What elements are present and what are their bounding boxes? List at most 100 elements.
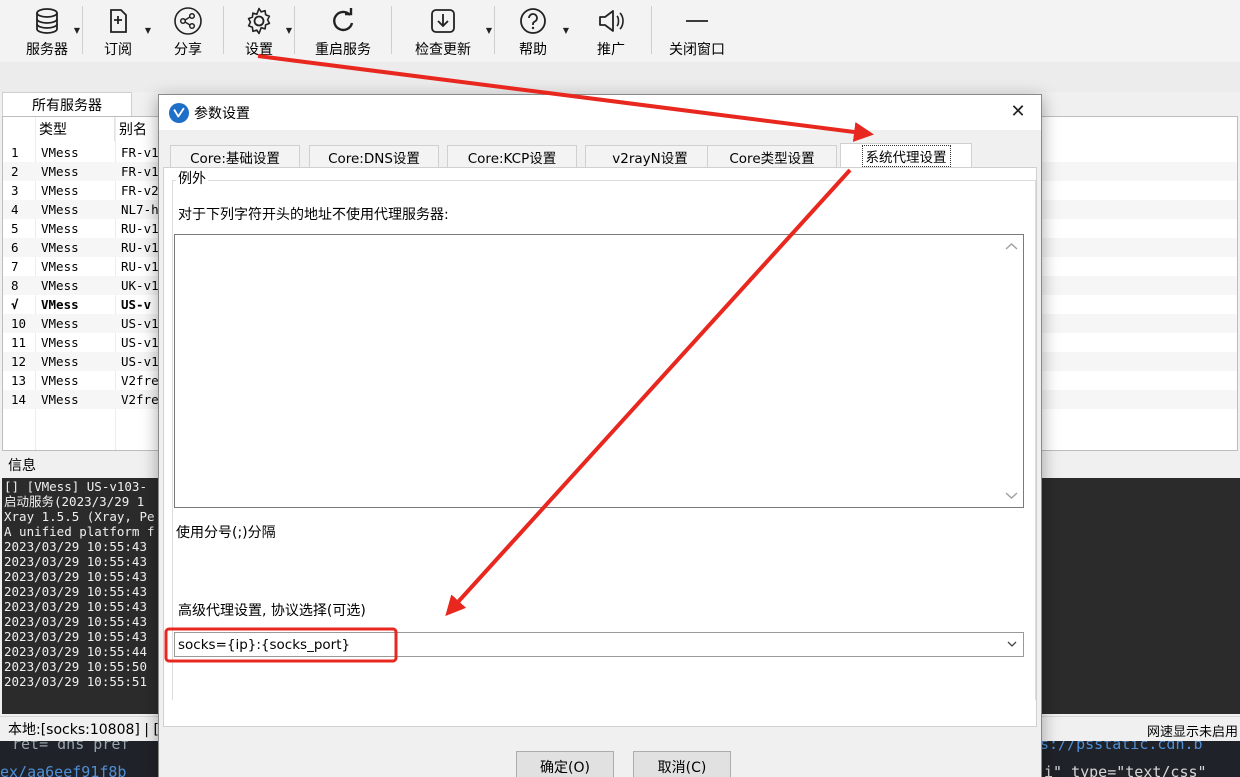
chevron-down-icon[interactable]: ▼: [74, 26, 80, 35]
chevron-down-icon[interactable]: ▼: [563, 26, 569, 35]
advanced-proxy-label: 高级代理设置, 协议选择(可选): [178, 603, 366, 619]
server-row-alias: US-v1: [121, 335, 159, 350]
server-row-type: VMess: [41, 335, 79, 350]
close-window-button[interactable]: 关闭窗口: [652, 0, 742, 62]
v2rayn-logo-icon: [169, 103, 189, 123]
share-button[interactable]: 分享: [153, 0, 223, 62]
cancel-button[interactable]: 取消(C): [633, 751, 731, 777]
subscribe-icon: [110, 9, 127, 33]
chevron-up-icon[interactable]: [1000, 237, 1023, 257]
server-row-type: VMess: [41, 183, 79, 198]
tab-core-dns[interactable]: Core:DNS设置: [309, 145, 439, 167]
server-row-index: 3: [11, 183, 19, 198]
server-row-alias: US-v: [121, 297, 152, 312]
minimize-icon: [686, 20, 708, 22]
server-row-type: VMess: [41, 259, 79, 274]
server-row-alias: UK-v1: [121, 278, 159, 293]
settings-label: 设置: [245, 42, 273, 58]
server-row-alias: US-v1: [121, 354, 159, 369]
tab-core-type[interactable]: Core类型设置: [707, 145, 837, 167]
server-row-alias: RU-v1: [121, 221, 159, 236]
code-line: ret= dns pref: [12, 741, 130, 753]
server-row-type: VMess: [41, 145, 79, 160]
settings-dialog: 参数设置 ✕ Core:基础设置 Core:DNS设置 Core:KCP设置 v…: [158, 94, 1042, 777]
server-row-index: 11: [11, 335, 27, 350]
database-icon: [36, 8, 58, 34]
help-icon: [520, 8, 546, 34]
dialog-titlebar[interactable]: 参数设置 ✕: [159, 95, 1041, 130]
server-row-type: VMess: [41, 221, 79, 236]
restart-service-button[interactable]: 重启服务: [295, 0, 391, 62]
restart-service-label: 重启服务: [315, 42, 371, 58]
toolbar: 服务器 ▼ 订阅 ▼ 分享 设置 ▼ 重启服务 检查更新 ▼ 帮助 ▼ 推广 关…: [0, 0, 1240, 62]
tab-v2rayn[interactable]: v2rayN设置: [585, 145, 715, 167]
code-line: i" type="text/css": [1044, 763, 1207, 777]
servers-label: 服务器: [26, 42, 68, 58]
server-row-index: 10: [11, 316, 27, 331]
server-row-index: 8: [11, 278, 19, 293]
exceptions-group-title: 例外: [176, 168, 208, 188]
server-row-alias: FR-v1: [121, 145, 159, 160]
app-window: 服务器 ▼ 订阅 ▼ 分享 设置 ▼ 重启服务 检查更新 ▼ 帮助 ▼ 推广 关…: [0, 0, 1240, 777]
code-line: ex/aa6eef91f8b: [0, 763, 127, 777]
server-row-type: VMess: [41, 392, 79, 407]
servers-button[interactable]: 服务器 ▼: [12, 0, 82, 62]
promote-button[interactable]: 推广: [571, 0, 651, 62]
close-window-label: 关闭窗口: [669, 42, 725, 58]
separator-hint: 使用分号(;)分隔: [176, 525, 276, 541]
advanced-proxy-select[interactable]: socks={ip}:{socks_port}: [174, 632, 1024, 657]
server-row-alias: FR-v2: [121, 183, 159, 198]
exceptions-textarea[interactable]: [174, 234, 1024, 508]
server-row-index: √: [11, 297, 19, 312]
ok-button[interactable]: 确定(O): [516, 751, 614, 777]
restart-icon: [333, 8, 354, 32]
server-row-type: VMess: [41, 297, 79, 312]
tab-core-kcp[interactable]: Core:KCP设置: [447, 145, 577, 167]
server-row-alias: RU-v1: [121, 259, 159, 274]
status-netspeed: 网速显示未启用: [1146, 725, 1238, 740]
tab-core-basic[interactable]: Core:基础设置: [170, 145, 300, 167]
tab-system-proxy[interactable]: 系统代理设置: [840, 143, 972, 167]
close-icon[interactable]: ✕: [1007, 101, 1029, 123]
check-update-button[interactable]: 检查更新 ▼: [392, 0, 494, 62]
server-row-alias: NL7-h: [121, 202, 159, 217]
exceptions-description: 对于下列字符开头的地址不使用代理服务器:: [178, 207, 449, 223]
help-button[interactable]: 帮助 ▼: [495, 0, 571, 62]
chevron-down-icon[interactable]: ▼: [145, 26, 151, 35]
column-header-type[interactable]: 类型: [39, 117, 115, 141]
server-row-index: 1: [11, 145, 19, 160]
server-row-type: VMess: [41, 240, 79, 255]
server-row-index: 14: [11, 392, 27, 407]
check-update-label: 检查更新: [415, 42, 471, 58]
chevron-down-icon[interactable]: ▼: [486, 26, 492, 35]
dialog-title: 参数设置: [194, 106, 250, 122]
server-row-type: VMess: [41, 316, 79, 331]
server-row-alias: US-v1: [121, 316, 159, 331]
exceptions-scrollbar[interactable]: [1000, 235, 1023, 507]
promote-label: 推广: [597, 42, 625, 58]
system-proxy-page: 例外 对于下列字符开头的地址不使用代理服务器: 使用分号(;)分隔 高级代理设置…: [163, 167, 1037, 727]
gear-icon: [247, 7, 271, 35]
server-row-alias: V2fre: [121, 392, 159, 407]
server-row-index: 12: [11, 354, 27, 369]
server-row-type: VMess: [41, 202, 79, 217]
share-label: 分享: [174, 42, 202, 58]
server-row-alias: V2fre: [121, 373, 159, 388]
chevron-down-icon[interactable]: [1000, 485, 1023, 505]
server-row-index: 6: [11, 240, 19, 255]
server-row-alias: RU-v1: [121, 240, 159, 255]
server-row-index: 5: [11, 221, 19, 236]
settings-button[interactable]: 设置 ▼: [224, 0, 294, 62]
share-icon: [174, 7, 202, 35]
subscribe-label: 订阅: [104, 42, 132, 58]
subscribe-button[interactable]: 订阅 ▼: [83, 0, 153, 62]
chevron-down-icon[interactable]: [1006, 638, 1018, 650]
status-local: 本地:[socks:10808] | [: [8, 722, 159, 738]
server-row-type: VMess: [41, 164, 79, 179]
tab-system-proxy-label: 系统代理设置: [861, 144, 951, 167]
server-row-index: 13: [11, 373, 27, 388]
code-line: s://psstatic.cdn.b: [1040, 741, 1203, 753]
tab-all-servers[interactable]: 所有服务器: [2, 92, 132, 116]
chevron-down-icon[interactable]: ▼: [286, 26, 292, 35]
toolbar-spacer: [0, 62, 1240, 92]
